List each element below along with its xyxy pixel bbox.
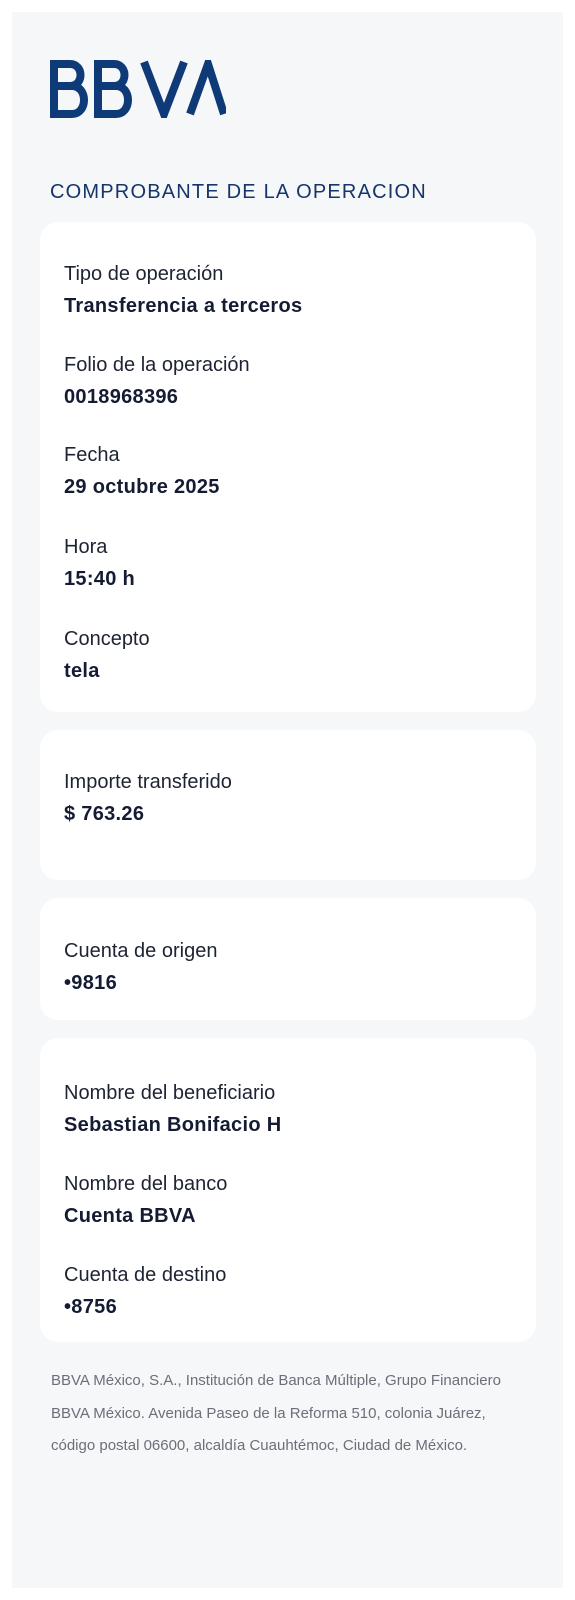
footer-line: BBVA México. Avenida Paseo de la Reforma… (51, 1404, 486, 1422)
field-label: Fecha (64, 444, 120, 466)
field-label: Cuenta de origen (64, 940, 218, 962)
operation-details-card: Tipo de operación Transferencia a tercer… (40, 222, 536, 712)
field-value: Sebastian Bonifacio H (64, 1114, 282, 1136)
field-value: 15:40 h (64, 568, 136, 590)
folio-field: Folio de la operación 0018968396 (64, 353, 250, 409)
operation-type-field: Tipo de operación Transferencia a tercer… (64, 262, 302, 318)
receipt-sheet: COMPROBANTE DE LA OPERACION Tipo de oper… (12, 12, 563, 1588)
field-label: Concepto (64, 628, 150, 650)
field-value: •8756 (64, 1296, 117, 1318)
origin-account-field: Cuenta de origen •9816 (64, 939, 217, 995)
date-field: Fecha 29 octubre 2025 (64, 443, 220, 499)
legal-footer: BBVA México, S.A., Institución de Banca … (51, 1365, 551, 1463)
beneficiary-card: Nombre del beneficiario Sebastian Bonifa… (40, 1038, 536, 1342)
destination-account-field: Cuenta de destino •8756 (64, 1263, 226, 1319)
field-value: Cuenta BBVA (64, 1205, 196, 1227)
bank-name-field: Nombre del banco Cuenta BBVA (64, 1172, 227, 1228)
footer-line: código postal 06600, alcaldía Cuauhtémoc… (51, 1437, 468, 1454)
field-label: Cuenta de destino (64, 1264, 227, 1286)
field-label: Importe transferido (64, 771, 232, 793)
bbva-logo (50, 60, 226, 118)
origin-account-card: Cuenta de origen •9816 (40, 898, 536, 1020)
field-label: Folio de la operación (64, 354, 250, 376)
footer-line: BBVA México, S.A., Institución de Banca … (51, 1372, 501, 1389)
time-field: Hora 15:40 h (64, 535, 135, 591)
amount-field: Importe transferido $ 763.26 (64, 770, 232, 826)
field-label: Nombre del beneficiario (64, 1082, 276, 1104)
field-value: 29 octubre 2025 (64, 476, 220, 498)
amount-card: Importe transferido $ 763.26 (40, 730, 536, 880)
page-title: COMPROBANTE DE LA OPERACION (50, 181, 427, 203)
field-label: Hora (64, 536, 108, 558)
field-value: Transferencia a terceros (64, 295, 303, 317)
field-value: 0018968396 (64, 386, 179, 408)
field-label: Nombre del banco (64, 1173, 228, 1195)
concept-field: Concepto tela (64, 627, 150, 683)
field-value: tela (64, 660, 100, 682)
beneficiary-name-field: Nombre del beneficiario Sebastian Bonifa… (64, 1081, 281, 1137)
field-label: Tipo de operación (64, 263, 224, 285)
field-value: •9816 (64, 972, 117, 994)
field-value: $ 763.26 (64, 803, 145, 825)
